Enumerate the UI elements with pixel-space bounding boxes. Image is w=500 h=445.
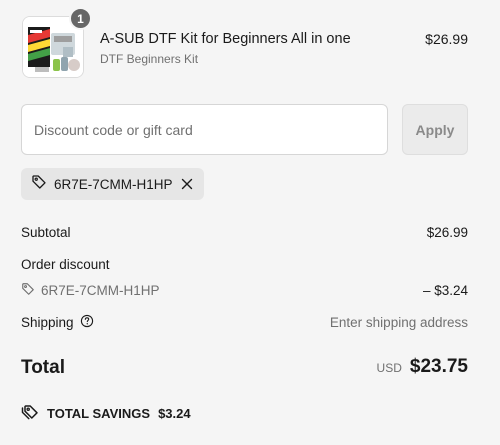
help-circle-icon[interactable] [80, 314, 94, 331]
apply-button[interactable]: Apply [402, 104, 468, 155]
product-variant: DTF Beginners Kit [100, 52, 199, 66]
shipping-value: Enter shipping address [329, 315, 468, 330]
order-discount-label: Order discount [21, 257, 110, 272]
tag-icon [31, 174, 47, 195]
product-title: A-SUB DTF Kit for Beginners All in one [100, 31, 351, 47]
order-discount-code-row: 6R7E-7CMM-H1HP [21, 282, 160, 299]
total-value: $23.75 [409, 356, 468, 377]
order-summary: 1 A-SUB DTF Kit for Beginners All in one… [0, 0, 500, 445]
quantity-badge: 1 [69, 7, 92, 30]
close-icon[interactable] [180, 177, 194, 191]
discount-code-input[interactable] [21, 104, 388, 155]
total-amount: USD $23.75 [377, 356, 468, 378]
total-savings-row: TOTAL SAVINGS $3.24 [21, 404, 191, 423]
applied-discount-chip: 6R7E-7CMM-H1HP [21, 168, 204, 200]
total-label: Total [21, 357, 65, 378]
subtotal-label: Subtotal [21, 225, 71, 240]
order-discount-code: 6R7E-7CMM-H1HP [41, 283, 160, 298]
subtotal-value: $26.99 [426, 225, 468, 240]
applied-discount-code: 6R7E-7CMM-H1HP [54, 176, 173, 192]
total-savings-label: TOTAL SAVINGS [47, 406, 151, 421]
currency-code: USD [376, 361, 402, 375]
product-price: $26.99 [425, 31, 468, 47]
tag-double-icon [21, 404, 39, 423]
shipping-label: Shipping [21, 315, 74, 330]
shipping-row: Shipping [21, 314, 94, 331]
order-discount-value: – $3.24 [422, 283, 468, 298]
tag-icon [21, 282, 35, 299]
total-savings-value: $3.24 [158, 406, 191, 421]
